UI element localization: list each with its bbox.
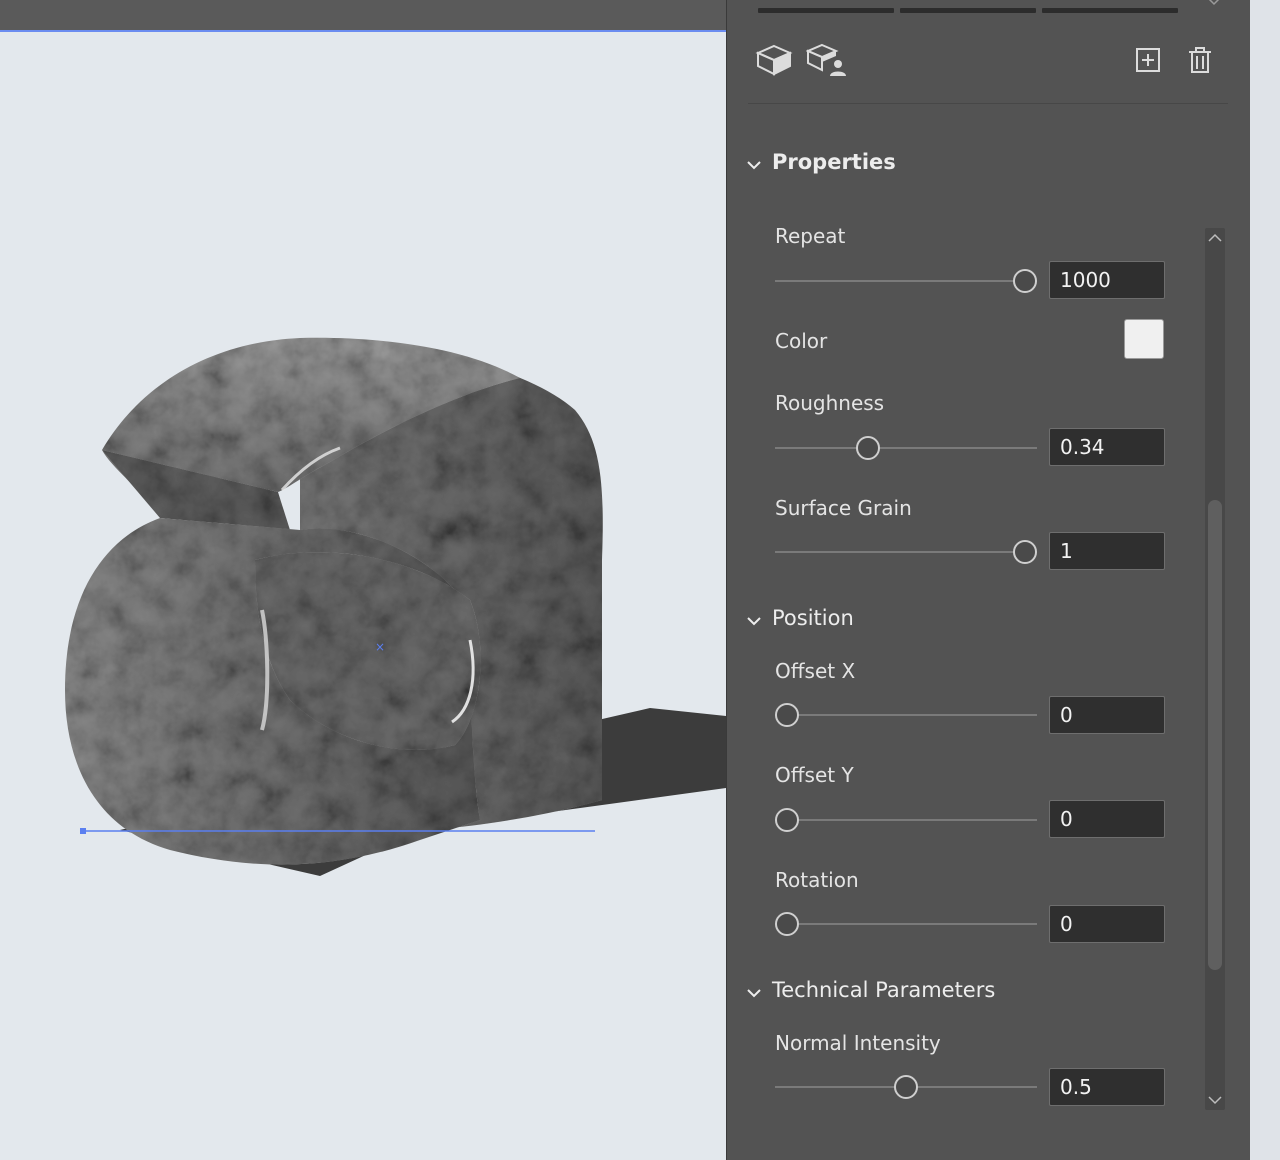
trash-icon[interactable] (1178, 40, 1222, 80)
repeat-slider[interactable] (775, 269, 1037, 293)
top-tab-1[interactable] (758, 8, 894, 13)
surface-grain-input[interactable] (1049, 532, 1165, 570)
rotation-slider[interactable] (775, 912, 1037, 936)
slider-thumb[interactable] (894, 1075, 918, 1099)
surface-grain-label: Surface Grain (775, 496, 912, 520)
roughness-input[interactable] (1049, 428, 1165, 466)
slider-thumb[interactable] (775, 703, 799, 727)
offset-y-input[interactable] (1049, 800, 1165, 838)
normal-intensity-input[interactable] (1049, 1068, 1165, 1106)
cube-person-icon[interactable] (806, 40, 850, 80)
scroll-up-icon[interactable] (1205, 228, 1225, 248)
slider-track[interactable] (775, 280, 1037, 282)
color-label: Color (775, 329, 828, 353)
panel-scrollbar[interactable] (1205, 228, 1225, 1110)
toolbar-divider (748, 103, 1228, 104)
slider-thumb[interactable] (1013, 540, 1037, 564)
repeat-label: Repeat (775, 224, 846, 248)
slider-thumb[interactable] (856, 436, 880, 460)
top-tab-3[interactable] (1042, 8, 1178, 13)
section-title: Properties (772, 150, 896, 174)
color-swatch[interactable] (1124, 319, 1164, 359)
top-tab-2[interactable] (900, 8, 1036, 13)
slider-thumb[interactable] (775, 808, 799, 832)
slider-thumb[interactable] (775, 912, 799, 936)
repeat-input[interactable] (1049, 261, 1165, 299)
offset-x-slider[interactable] (775, 703, 1037, 727)
chevron-down-icon[interactable] (1206, 0, 1222, 8)
section-title: Technical Parameters (772, 978, 996, 1002)
scroll-down-icon[interactable] (1205, 1090, 1225, 1110)
normal-intensity-slider[interactable] (775, 1075, 1037, 1099)
normal-intensity-label: Normal Intensity (775, 1031, 941, 1055)
section-position[interactable]: Position (746, 606, 854, 630)
chevron-down-icon (746, 982, 762, 998)
slider-track[interactable] (775, 447, 1037, 449)
section-title: Position (772, 606, 854, 630)
slider-track[interactable] (775, 551, 1037, 553)
roughness-label: Roughness (775, 391, 885, 415)
slider-track[interactable] (775, 819, 1037, 821)
section-properties[interactable]: Properties (746, 150, 896, 174)
rotation-label: Rotation (775, 868, 859, 892)
canvas-viewport[interactable]: × (0, 0, 726, 1160)
scrollbar-thumb[interactable] (1208, 500, 1222, 970)
selection-handle (80, 828, 86, 834)
offset-y-label: Offset Y (775, 763, 854, 787)
roughness-slider[interactable] (775, 436, 1037, 460)
3d-object-render[interactable]: × (0, 0, 726, 1160)
offset-x-input[interactable] (1049, 696, 1165, 734)
window-edge (1250, 0, 1280, 1160)
slider-track[interactable] (775, 923, 1037, 925)
section-technical-parameters[interactable]: Technical Parameters (746, 978, 995, 1002)
offset-x-label: Offset X (775, 659, 856, 683)
offset-y-slider[interactable] (775, 808, 1037, 832)
center-marker: × (375, 640, 385, 654)
slider-thumb[interactable] (1013, 269, 1037, 293)
rotation-input[interactable] (1049, 905, 1165, 943)
chevron-down-icon (746, 610, 762, 626)
chevron-down-icon (746, 154, 762, 170)
slider-track[interactable] (775, 714, 1037, 716)
surface-grain-slider[interactable] (775, 540, 1037, 564)
add-icon[interactable] (1126, 40, 1170, 80)
cube-icon[interactable] (752, 40, 796, 80)
